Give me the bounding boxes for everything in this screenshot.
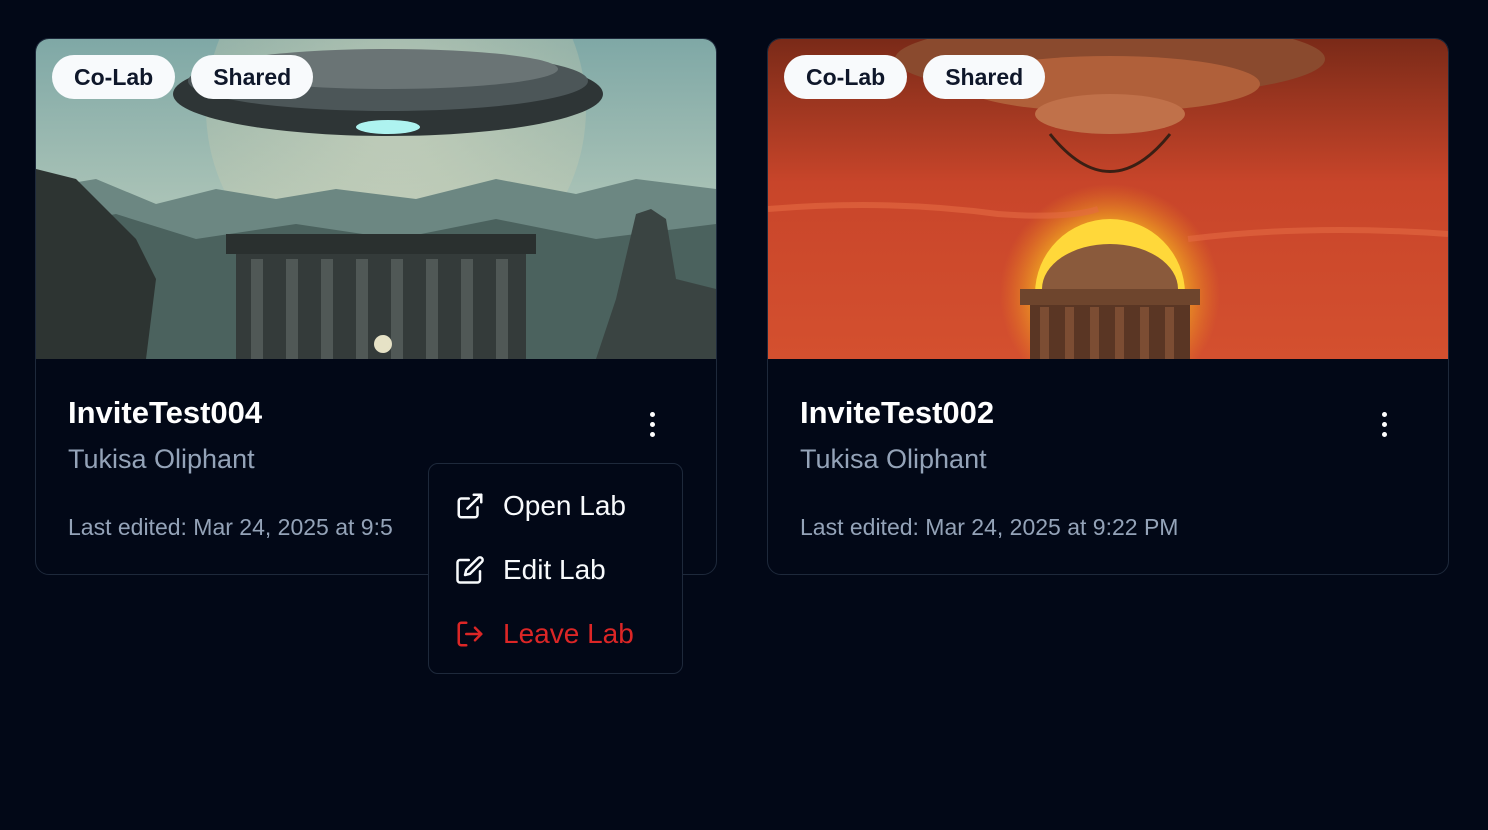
last-edited: Last edited: Mar 24, 2025 at 9:5: [68, 514, 393, 540]
badge-group: Co-Lab Shared: [52, 55, 314, 99]
more-options-icon[interactable]: [638, 407, 666, 441]
lab-card[interactable]: Co-Lab Shared InviteTest002 Tukisa Oliph…: [767, 38, 1449, 575]
edit-lab-label: Edit Lab: [503, 554, 606, 585]
badge-group: Co-Lab Shared: [784, 55, 1046, 99]
shared-badge: Shared: [923, 55, 1046, 99]
leave-lab-label: Leave Lab: [503, 618, 634, 649]
lab-owner: Tukisa Oliphant: [68, 444, 255, 474]
shared-badge: Shared: [191, 55, 314, 99]
lab-owner: Tukisa Oliphant: [800, 444, 987, 474]
lab-title[interactable]: InviteTest004: [68, 395, 262, 431]
lab-title[interactable]: InviteTest002: [800, 395, 994, 431]
lab-context-menu: Open Lab Edit Lab Leave Lab: [428, 463, 683, 674]
open-lab-menu-item[interactable]: Open Lab: [429, 474, 682, 538]
last-edited: Last edited: Mar 24, 2025 at 9:22 PM: [800, 514, 1179, 540]
colab-badge: Co-Lab: [52, 55, 176, 99]
edit-icon: [456, 556, 484, 584]
leave-lab-menu-item[interactable]: Leave Lab: [429, 602, 682, 666]
edit-lab-menu-item[interactable]: Edit Lab: [429, 538, 682, 602]
log-out-icon: [457, 621, 483, 647]
more-options-icon[interactable]: [1370, 407, 1398, 441]
colab-badge: Co-Lab: [784, 55, 908, 99]
external-link-icon: [457, 493, 483, 519]
open-lab-label: Open Lab: [503, 490, 626, 521]
